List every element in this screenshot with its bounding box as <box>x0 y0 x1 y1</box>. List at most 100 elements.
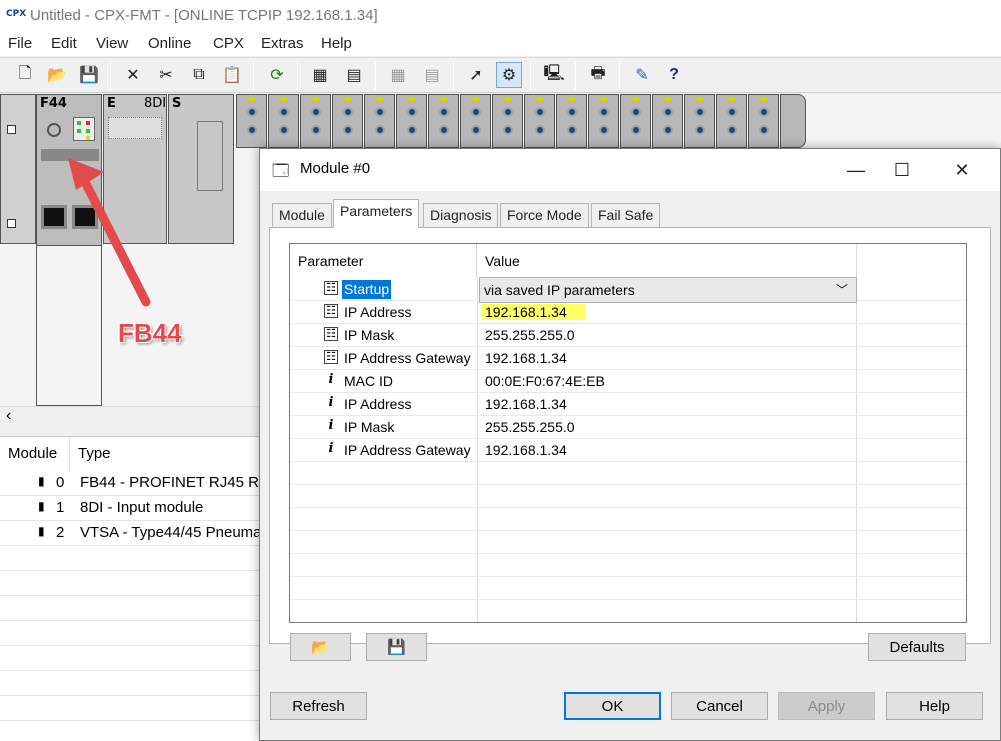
menu-cpx[interactable]: CPX <box>213 35 244 52</box>
info-icon: i <box>328 441 334 456</box>
valve-slot <box>428 94 459 148</box>
toolbar-separator <box>375 62 376 90</box>
column-header-value: Value <box>477 244 857 278</box>
pneumatic-interface[interactable]: S <box>168 94 234 244</box>
valve-slot <box>748 94 779 148</box>
wizard-icon[interactable]: ✎ <box>629 62 655 88</box>
menu-view[interactable]: View <box>96 35 128 52</box>
module-label-s: S <box>172 96 182 111</box>
save-icon: 💾 <box>387 639 406 656</box>
cancel-button[interactable]: Cancel <box>671 692 768 720</box>
defaults-button[interactable]: Defaults <box>868 633 966 661</box>
title-bar: CPX Untitled - CPX-FMT - [ONLINE TCPIP 1… <box>0 0 1001 32</box>
toolbar-separator <box>453 62 454 90</box>
paste-icon[interactable]: 📋 <box>219 62 245 88</box>
valve-slot <box>460 94 491 148</box>
maximize-button[interactable]: ☐ <box>880 155 924 185</box>
input-leds <box>108 117 162 139</box>
valve-slot <box>396 94 427 148</box>
parameter-row-gateway[interactable]: ☷ IP Address Gateway 192.168.1.34 <box>290 347 966 370</box>
valve-slot <box>588 94 619 148</box>
parameter-row-startup[interactable]: ☷ Startup via saved IP parameters ﹀ <box>290 277 966 303</box>
module-icon: ▮ <box>38 524 45 538</box>
info-icon: i <box>328 372 334 387</box>
info-row-ip-address: i IP Address 192.168.1.34 <box>290 393 966 416</box>
save-icon[interactable]: 💾 <box>76 62 102 88</box>
menu-help[interactable]: Help <box>321 35 352 52</box>
module-label-e: E <box>107 96 116 111</box>
valve-slot <box>236 94 267 148</box>
refresh-icon[interactable]: ⟳ <box>264 62 290 88</box>
new-file-icon[interactable]: 🗋 <box>12 62 38 88</box>
info-row-gateway: i IP Address Gateway 192.168.1.34 <box>290 439 966 462</box>
module-icon: ▮ <box>38 499 45 513</box>
valve-slot <box>652 94 683 148</box>
ok-button[interactable]: OK <box>564 692 661 720</box>
menu-file[interactable]: File <box>8 35 32 52</box>
dialog-title: Module #0 <box>300 160 371 177</box>
chevron-down-icon: ﹀ <box>835 283 848 297</box>
valve-slot <box>492 94 523 148</box>
parameter-grid: Parameter Value ☷ Startup via saved IP p… <box>289 243 967 623</box>
open-folder-icon: 📂 <box>311 639 330 656</box>
module-list-icon[interactable]: ▤ <box>341 62 367 88</box>
info-icon: i <box>328 418 334 433</box>
parameter-icon: ☷ <box>324 327 338 341</box>
valve-slot <box>524 94 555 148</box>
module-dialog: 🗔 Module #0 — ☐ ✕ Module Parameters Diag… <box>259 148 1001 741</box>
parameter-row-ip-address[interactable]: ☷ IP Address 192.168.1.34 <box>290 301 966 324</box>
print-icon[interactable]: 🖶 <box>585 62 611 88</box>
save-button[interactable]: 💾 <box>366 633 427 661</box>
end-plate-right <box>780 94 806 148</box>
valve-slot <box>268 94 299 148</box>
valve-slot <box>300 94 331 148</box>
pointer-icon[interactable]: ➚ <box>463 62 489 88</box>
annotation-label: FB44 <box>118 318 182 348</box>
toolbar-separator <box>110 62 111 90</box>
minimize-button[interactable]: — <box>834 155 878 185</box>
valve-slot <box>332 94 363 148</box>
valve-slot <box>716 94 747 148</box>
module-remove-icon[interactable]: ▤ <box>419 62 445 88</box>
column-header-parameter: Parameter <box>290 244 477 278</box>
online-mode-icon[interactable]: ⚙ <box>496 62 522 88</box>
load-button[interactable]: 📂 <box>290 633 351 661</box>
tab-parameters[interactable]: Parameters <box>333 199 420 228</box>
toolbar-separator <box>297 62 298 90</box>
parameter-icon: ☷ <box>324 281 338 295</box>
end-plate-left <box>0 94 36 244</box>
module-config-icon[interactable]: ▦ <box>307 62 333 88</box>
toolbar-separator <box>530 62 531 90</box>
help-button[interactable]: Help <box>886 692 983 720</box>
parameter-row-ip-mask[interactable]: ☷ IP Mask 255.255.255.0 <box>290 324 966 347</box>
tab-diagnosis[interactable]: Diagnosis <box>423 203 499 227</box>
parameter-icon: ☷ <box>324 304 338 318</box>
menu-extras[interactable]: Extras <box>261 35 304 52</box>
help-pointer-icon[interactable]: ? <box>661 62 687 88</box>
menu-online[interactable]: Online <box>148 35 191 52</box>
menu-edit[interactable]: Edit <box>51 35 77 52</box>
open-folder-icon[interactable]: 📂 <box>44 62 70 88</box>
window-title: Untitled - CPX-FMT - [ONLINE TCPIP 192.1… <box>30 7 378 24</box>
tab-force-mode[interactable]: Force Mode <box>500 203 589 227</box>
ip-address-value: 192.168.1.34 <box>481 304 585 320</box>
scroll-left-icon[interactable]: ‹ <box>6 407 11 425</box>
close-button[interactable]: ✕ <box>940 155 984 185</box>
led-panel <box>73 117 95 141</box>
terminal-icon[interactable]: 🖳 <box>541 62 567 88</box>
column-header-type[interactable]: Type <box>70 437 270 471</box>
tab-fail-safe[interactable]: Fail Safe <box>591 203 661 227</box>
apply-button[interactable]: Apply <box>778 692 875 720</box>
delete-icon[interactable]: ✕ <box>120 62 146 88</box>
tab-module[interactable]: Module <box>272 203 332 227</box>
dialog-title-bar: 🗔 Module #0 — ☐ ✕ <box>260 149 1000 191</box>
copy-icon[interactable]: ⧉ <box>186 62 212 88</box>
refresh-button[interactable]: Refresh <box>270 692 367 720</box>
valve-slot <box>364 94 395 148</box>
cut-icon[interactable]: ✂ <box>153 62 179 88</box>
module-add-icon[interactable]: ▦ <box>385 62 411 88</box>
app-logo: CPX <box>6 9 27 19</box>
column-header-module[interactable]: Module <box>0 437 70 471</box>
annotation-arrow-icon <box>68 158 151 307</box>
startup-select[interactable]: via saved IP parameters ﹀ <box>479 277 857 303</box>
